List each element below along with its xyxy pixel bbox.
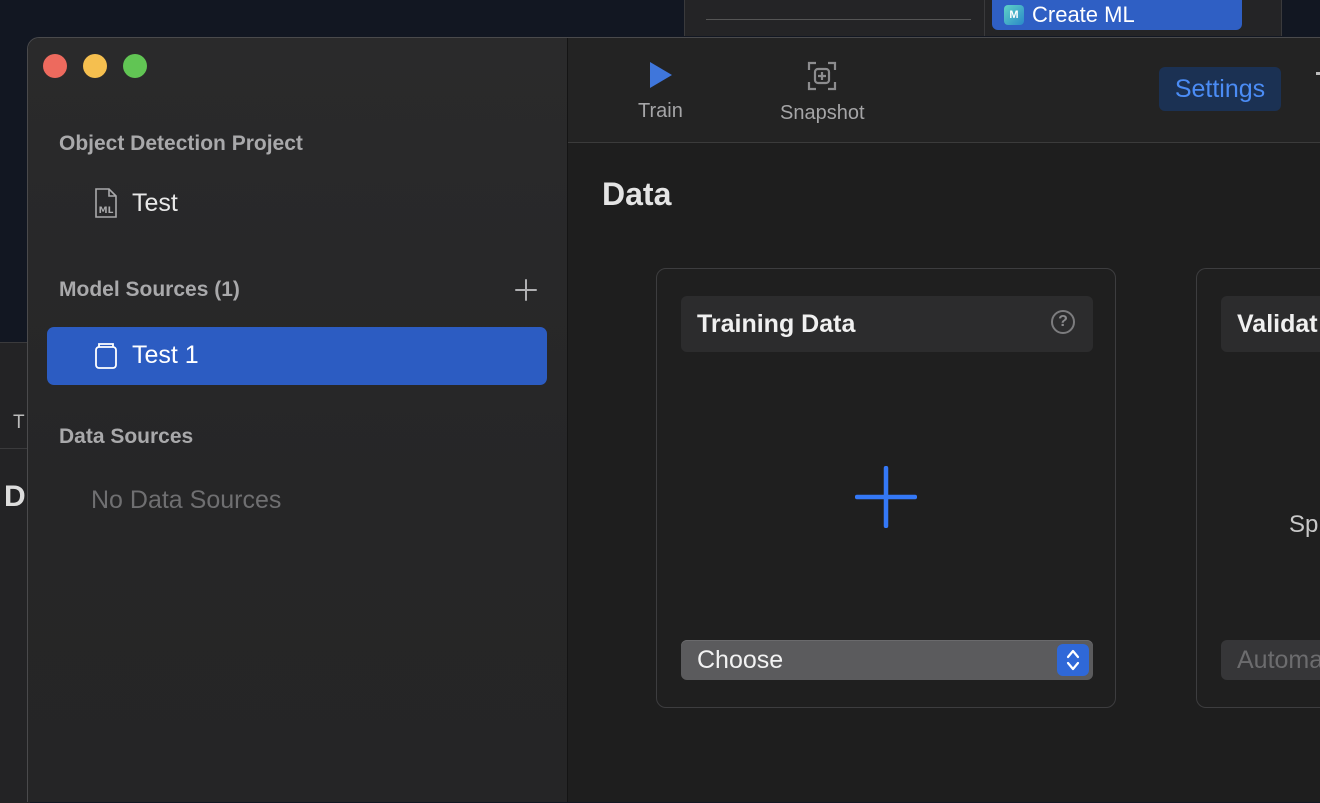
plus-icon bbox=[515, 279, 537, 301]
model-source-icon bbox=[94, 342, 118, 370]
add-model-source-button[interactable] bbox=[514, 278, 538, 302]
sidebar-item-label: Test bbox=[132, 188, 178, 217]
main-content: Train Snapshot Settings Data Training Da… bbox=[568, 38, 1320, 802]
toolbar: Train Snapshot Settings bbox=[568, 38, 1320, 143]
validation-data-popup[interactable]: Automa bbox=[1221, 640, 1320, 680]
plus-icon bbox=[854, 465, 918, 529]
train-button[interactable]: Train bbox=[638, 60, 683, 123]
sidebar-item-model-source[interactable]: Test 1 bbox=[94, 341, 199, 370]
card-body-text-fragment: Sp bbox=[1289, 511, 1319, 538]
createml-app-icon: M bbox=[1004, 5, 1024, 25]
background-menu-item-label: Create ML bbox=[1032, 2, 1135, 27]
svg-text:ML: ML bbox=[99, 206, 114, 216]
data-sources-heading: Data Sources bbox=[59, 425, 194, 448]
data-sources-empty-label: No Data Sources bbox=[91, 486, 282, 514]
card-title: Training Data bbox=[697, 309, 856, 338]
create-ml-window: Object Detection Project ML Test Model S… bbox=[27, 37, 1320, 802]
card-header: Validat bbox=[1221, 296, 1320, 352]
snapshot-button[interactable]: Snapshot bbox=[780, 60, 865, 125]
add-training-data-button[interactable] bbox=[854, 465, 918, 529]
card-header: Training Data ? bbox=[681, 296, 1093, 352]
sidebar: Object Detection Project ML Test Model S… bbox=[28, 38, 568, 802]
validation-data-card: Validat Sp Automa bbox=[1196, 268, 1320, 708]
background-left-text-top: T bbox=[13, 412, 25, 433]
toolbar-overflow-fragment bbox=[1316, 72, 1320, 75]
chevron-up-down-icon bbox=[1057, 644, 1089, 676]
background-separator bbox=[984, 0, 985, 36]
minimize-window-button[interactable] bbox=[83, 54, 107, 78]
project-heading: Object Detection Project bbox=[59, 132, 303, 155]
sidebar-item-label: Test 1 bbox=[132, 341, 199, 369]
ml-file-icon: ML bbox=[94, 188, 118, 218]
play-icon bbox=[650, 62, 673, 88]
training-data-popup[interactable]: Choose bbox=[681, 640, 1093, 680]
page-title: Data bbox=[602, 176, 672, 212]
background-left-divider bbox=[0, 448, 30, 449]
card-title: Validat bbox=[1237, 309, 1318, 338]
train-button-label: Train bbox=[638, 100, 683, 122]
sidebar-item-project-file[interactable]: ML Test bbox=[94, 188, 178, 218]
help-icon[interactable]: ? bbox=[1051, 310, 1075, 334]
snapshot-icon bbox=[808, 61, 837, 91]
background-divider bbox=[706, 19, 971, 20]
model-sources-heading: Model Sources (1) bbox=[59, 278, 240, 301]
snapshot-button-label: Snapshot bbox=[780, 102, 865, 124]
popup-value: Automa bbox=[1237, 645, 1320, 674]
settings-tab[interactable]: Settings bbox=[1159, 67, 1281, 111]
background-menu-item-create-ml[interactable]: M Create ML bbox=[992, 0, 1242, 30]
zoom-window-button[interactable] bbox=[123, 54, 147, 78]
close-window-button[interactable] bbox=[43, 54, 67, 78]
training-data-card: Training Data ? Choose bbox=[656, 268, 1116, 708]
background-left-text-bottom: D bbox=[4, 480, 26, 513]
popup-value: Choose bbox=[697, 645, 784, 674]
